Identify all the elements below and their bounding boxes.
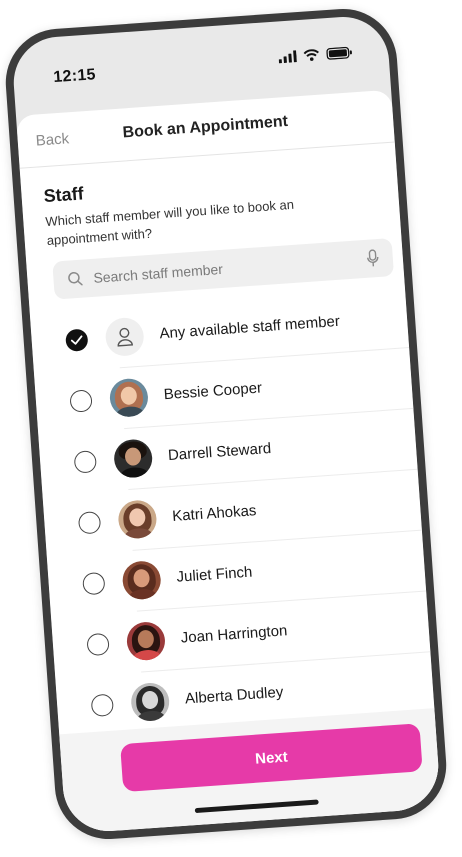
avatar-any (104, 316, 145, 358)
staff-name: Alberta Dudley (184, 683, 284, 708)
avatar-alberta-dudley (129, 681, 171, 723)
staff-list: Any available staff member Bessie Cooper (30, 287, 435, 739)
avatar-joan-harrington (125, 620, 167, 662)
wifi-icon (303, 49, 319, 61)
radio-unchecked[interactable] (86, 632, 110, 657)
search-bar[interactable] (52, 238, 395, 300)
battery-icon (326, 46, 352, 60)
staff-name: Juliet Finch (175, 563, 253, 586)
status-icons (278, 46, 353, 64)
section-description: Which staff member will you like to book… (44, 196, 295, 249)
next-button[interactable]: Next (120, 723, 423, 793)
avatar-juliet-finch (121, 559, 162, 601)
radio-checked[interactable] (65, 328, 89, 352)
home-indicator (194, 799, 319, 814)
radio-unchecked[interactable] (90, 693, 115, 718)
signal-icon (278, 50, 297, 64)
check-icon (70, 335, 83, 345)
page-title: Book an Appointment (122, 112, 289, 142)
radio-unchecked[interactable] (82, 571, 106, 596)
radio-unchecked[interactable] (69, 389, 93, 413)
search-input[interactable] (92, 240, 355, 297)
status-time: 12:15 (52, 66, 97, 87)
avatar-darrell-steward (112, 438, 154, 479)
avatar-katri-ahokas (117, 499, 158, 540)
staff-name: Any available staff member (158, 312, 341, 343)
radio-unchecked[interactable] (77, 511, 102, 535)
section-title: Staff (42, 183, 85, 207)
phone-mockup: 12:15 Back Book an Appointment Staff Whi… (2, 5, 450, 843)
microphone-icon[interactable] (366, 249, 379, 268)
staff-name: Darrell Steward (167, 439, 272, 465)
user-icon (117, 327, 133, 347)
radio-unchecked[interactable] (73, 450, 98, 474)
staff-name: Katri Ahokas (171, 502, 257, 525)
phone-screen: 12:15 Back Book an Appointment Staff Whi… (10, 13, 442, 835)
search-icon (68, 272, 83, 286)
booking-sheet: Back Book an Appointment Staff Which sta… (15, 89, 442, 835)
staff-name: Joan Harrington (180, 622, 288, 647)
avatar-bessie-cooper (108, 377, 150, 418)
nav-bar: Back Book an Appointment (15, 89, 395, 169)
staff-name: Bessie Cooper (163, 379, 263, 404)
